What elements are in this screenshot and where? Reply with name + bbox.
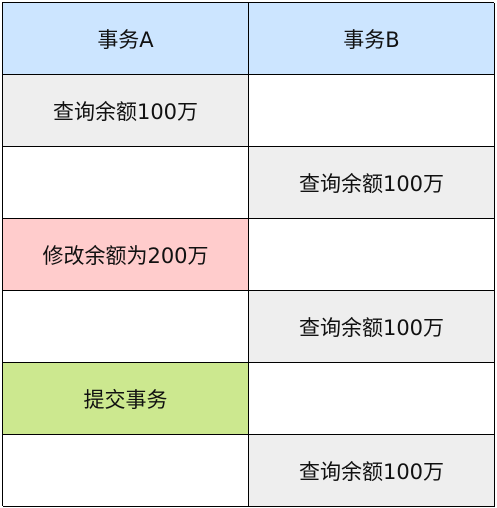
row-6-transaction-a — [3, 435, 249, 507]
header-transaction-b: 事务B — [249, 3, 495, 75]
row-4-transaction-a — [3, 291, 249, 363]
row-1-transaction-b — [249, 75, 495, 147]
row-3-transaction-a: 修改余额为200万 — [3, 219, 249, 291]
row-1-transaction-a: 查询余额100万 — [3, 75, 249, 147]
row-3-transaction-b — [249, 219, 495, 291]
row-2-transaction-a — [3, 147, 249, 219]
row-5-transaction-b — [249, 363, 495, 435]
header-transaction-a: 事务A — [3, 3, 249, 75]
transaction-timeline-table: 事务A 事务B 查询余额100万 查询余额100万 修改余额为200万 查询余额… — [2, 2, 495, 507]
row-5-transaction-a: 提交事务 — [3, 363, 249, 435]
row-2-transaction-b: 查询余额100万 — [249, 147, 495, 219]
row-6-transaction-b: 查询余额100万 — [249, 435, 495, 507]
row-4-transaction-b: 查询余额100万 — [249, 291, 495, 363]
